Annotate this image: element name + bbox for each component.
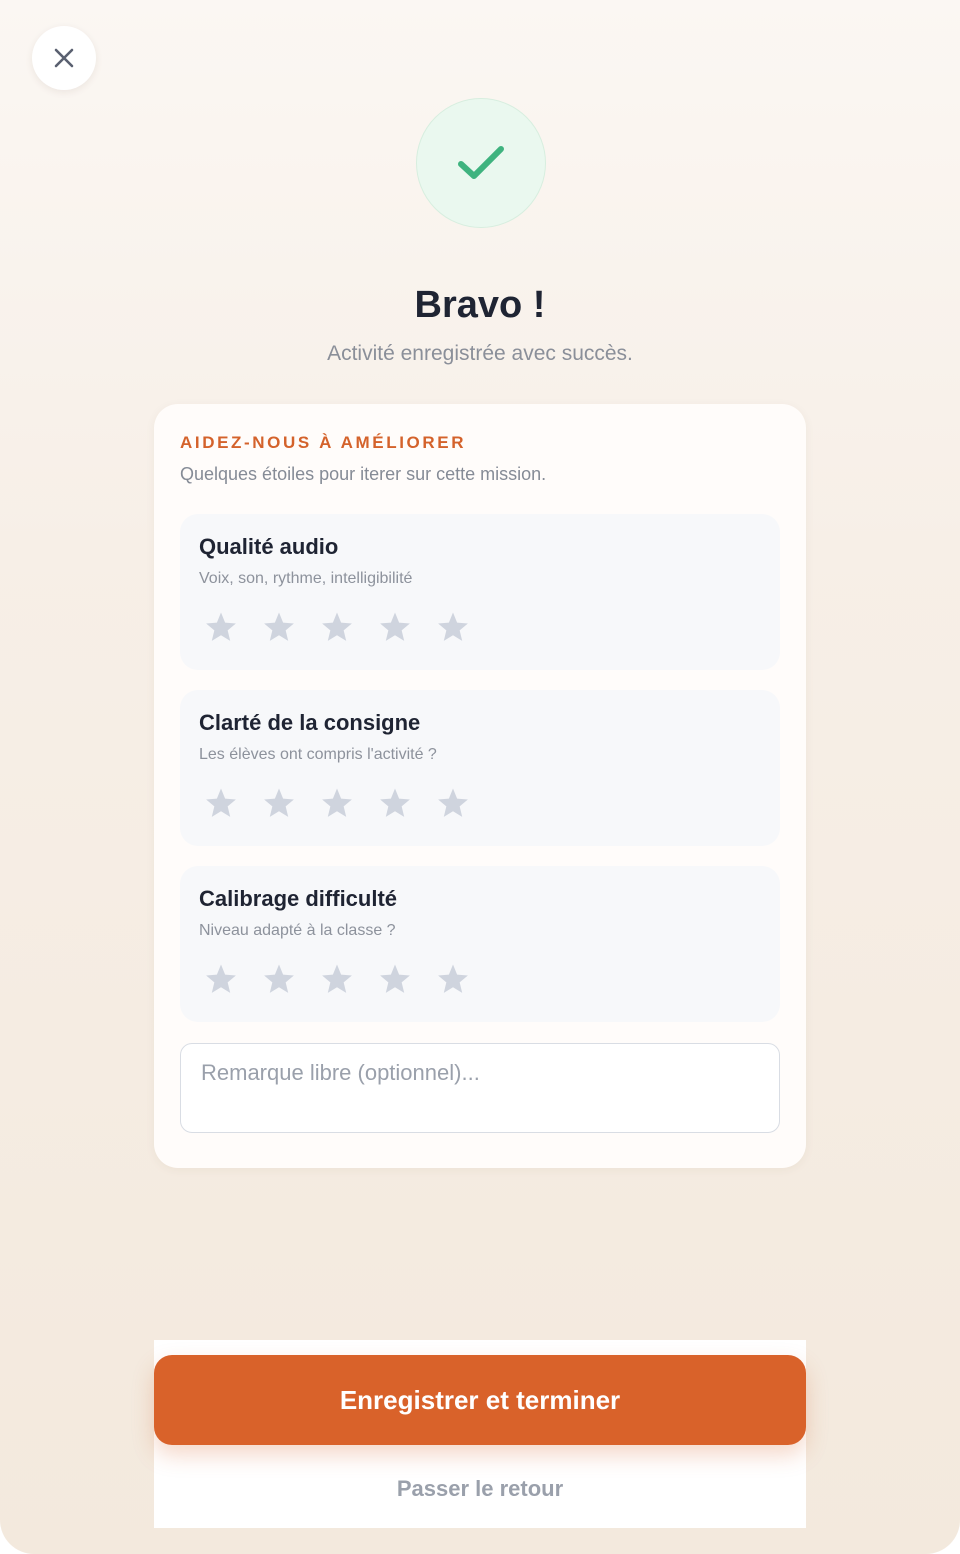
remark-input[interactable]	[180, 1043, 780, 1133]
star-icon[interactable]	[262, 962, 296, 996]
success-badge	[416, 98, 546, 228]
star-rating	[204, 962, 470, 996]
success-message: Activité enregistrée avec succès.	[327, 342, 633, 365]
criterion-title: Clarté de la consigne	[199, 710, 421, 735]
feedback-card: AIDEZ-NOUS À AMÉLIORER Quelques étoiles …	[154, 404, 806, 1168]
check-icon	[458, 146, 504, 179]
star-icon[interactable]	[378, 786, 412, 820]
close-icon	[54, 48, 74, 68]
save-and-finish-button[interactable]: Enregistrer et terminer	[154, 1355, 806, 1445]
criterion-description: Voix, son, rythme, intelligibilité	[199, 570, 413, 587]
star-icon[interactable]	[436, 786, 470, 820]
star-icon[interactable]	[320, 786, 354, 820]
star-icon[interactable]	[378, 962, 412, 996]
star-icon[interactable]	[320, 610, 354, 644]
star-icon[interactable]	[320, 962, 354, 996]
skip-feedback-link[interactable]: Passer le retour	[154, 1476, 806, 1502]
star-icon[interactable]	[436, 610, 470, 644]
star-rating	[204, 786, 470, 820]
star-icon[interactable]	[378, 610, 412, 644]
star-rating	[204, 610, 470, 644]
star-icon[interactable]	[204, 786, 238, 820]
star-icon[interactable]	[262, 610, 296, 644]
criterion-difficulty-calibration: Calibrage difficulté Niveau adapté à la …	[180, 866, 780, 1022]
star-icon[interactable]	[204, 962, 238, 996]
criterion-title: Calibrage difficulté	[199, 886, 398, 911]
criterion-audio-quality: Qualité audio Voix, son, rythme, intelli…	[180, 514, 780, 670]
criterion-description: Niveau adapté à la classe ?	[199, 922, 396, 939]
criterion-description: Les élèves ont compris l'activité ?	[199, 746, 437, 763]
feedback-screen: Bravo ! Activité enregistrée avec succès…	[0, 0, 960, 1554]
star-icon[interactable]	[204, 610, 238, 644]
feedback-subheading: Quelques étoiles pour iterer sur cette m…	[180, 464, 547, 484]
star-icon[interactable]	[262, 786, 296, 820]
star-icon[interactable]	[436, 962, 470, 996]
criterion-title: Qualité audio	[199, 534, 339, 559]
criterion-instruction-clarity: Clarté de la consigne Les élèves ont com…	[180, 690, 780, 846]
close-button[interactable]	[32, 26, 96, 90]
feedback-heading: AIDEZ-NOUS À AMÉLIORER	[180, 433, 467, 452]
success-title: Bravo !	[414, 284, 546, 326]
